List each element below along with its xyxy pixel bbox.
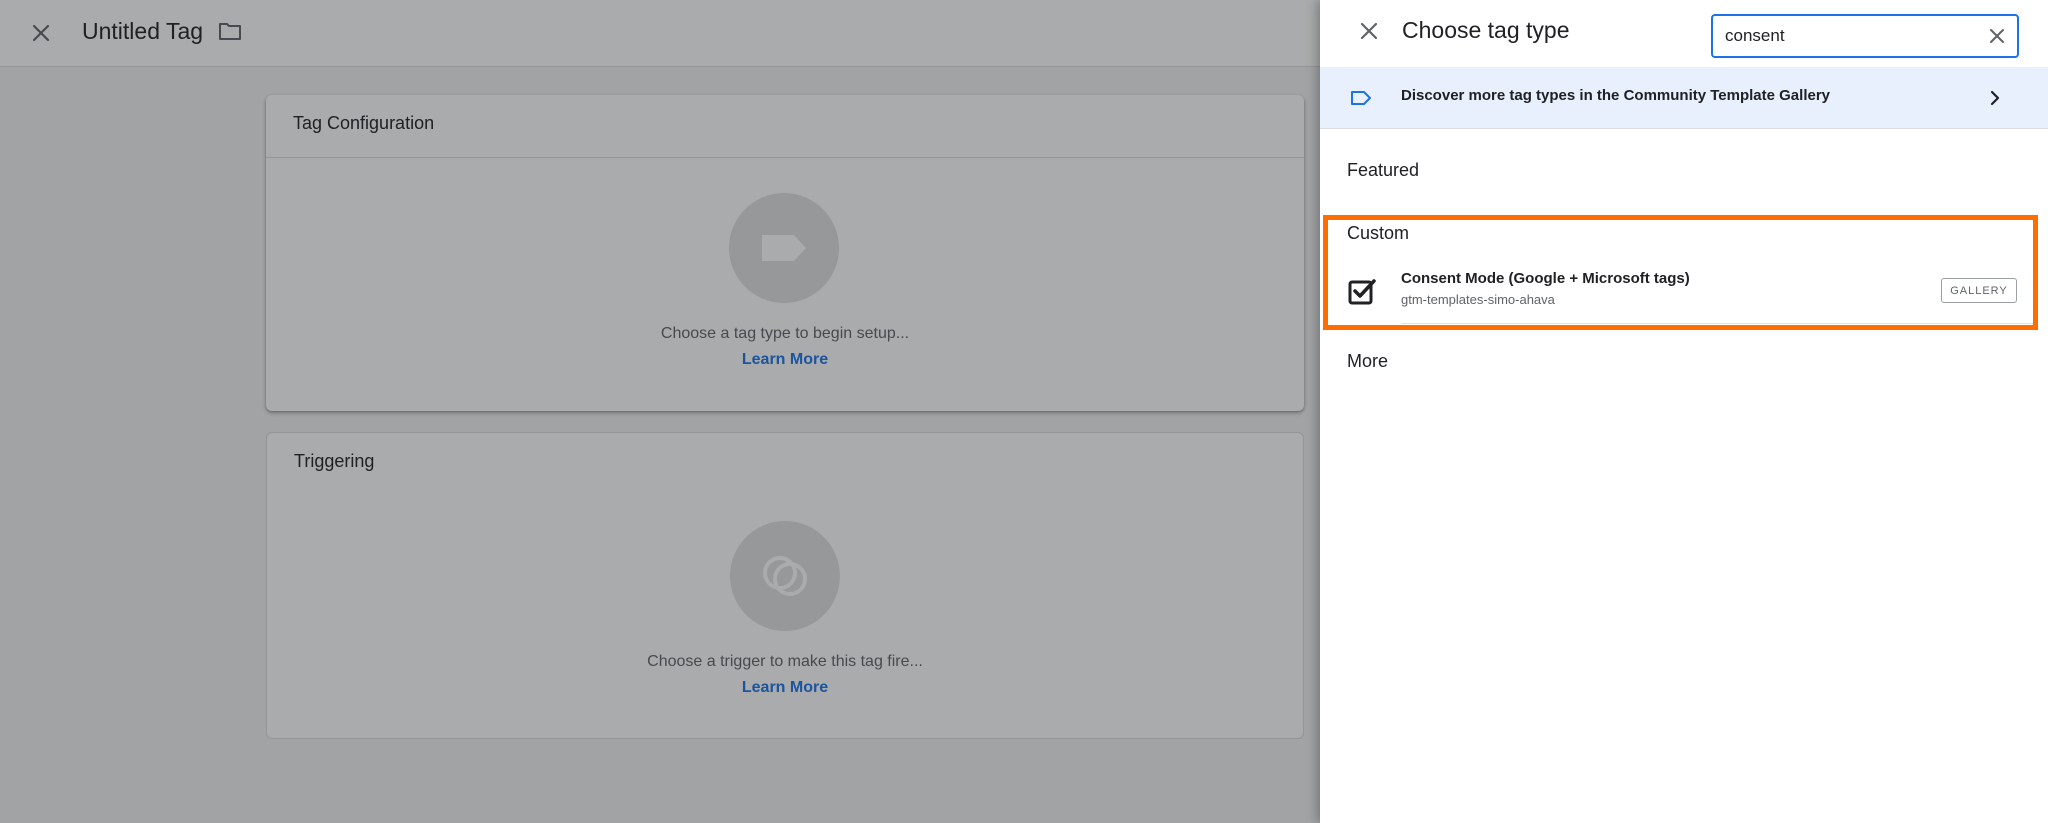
section-more: More bbox=[1347, 351, 1389, 371]
tag-outline-icon bbox=[1349, 86, 1373, 110]
highlight-annotation bbox=[1323, 215, 2038, 330]
clear-search-icon[interactable] bbox=[1985, 24, 2009, 48]
modal-scrim[interactable] bbox=[0, 0, 1320, 823]
close-icon[interactable] bbox=[1354, 16, 1384, 46]
section-featured: Featured bbox=[1347, 160, 1420, 180]
chevron-right-icon bbox=[1983, 86, 2007, 110]
community-gallery-banner[interactable]: Discover more tag types in the Community… bbox=[1320, 67, 2048, 129]
search-input[interactable] bbox=[1725, 22, 1965, 50]
community-gallery-text: Discover more tag types in the Community… bbox=[1401, 87, 1831, 104]
choose-tag-type-panel: Choose tag type Discover more tag types … bbox=[1320, 0, 2048, 823]
panel-title: Choose tag type bbox=[1402, 17, 1570, 43]
search-box[interactable] bbox=[1711, 14, 2019, 58]
